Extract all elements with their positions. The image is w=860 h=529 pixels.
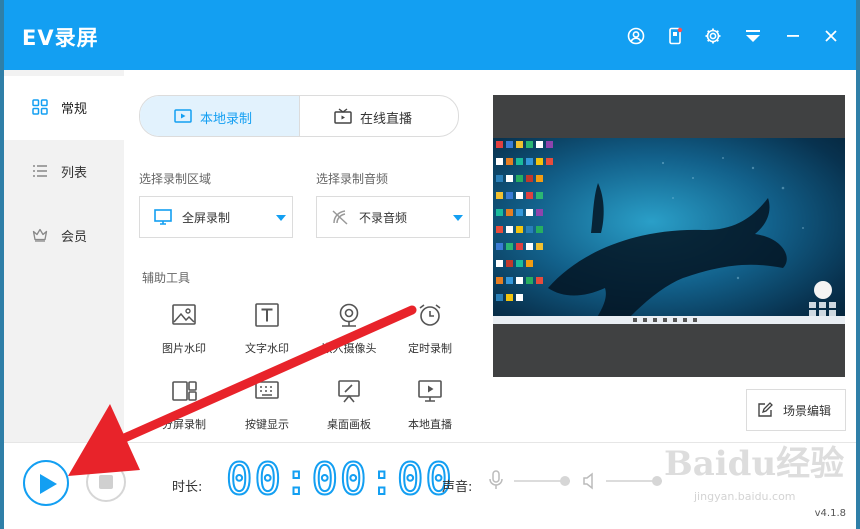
duration-label: 时长:	[172, 480, 203, 495]
split-screen-icon	[171, 378, 197, 404]
tools-label: 辅助工具	[142, 271, 191, 285]
tab-local-record[interactable]: 本地录制	[140, 96, 299, 136]
tab-label: 在线直播	[360, 112, 413, 127]
tool-label: 分屏录制	[162, 418, 206, 431]
play-screen-icon	[417, 378, 443, 404]
microphone-icon[interactable]	[488, 470, 504, 490]
chevron-down-icon	[453, 215, 463, 221]
record-area-label: 选择录制区域	[139, 172, 212, 186]
slider-knob[interactable]	[560, 476, 570, 486]
phone-icon[interactable]	[666, 27, 684, 45]
desktop-preview-image	[493, 138, 845, 324]
tab-label: 本地录制	[200, 112, 253, 127]
image-watermark-tool[interactable]: 图片水印	[144, 302, 224, 362]
minimize-icon[interactable]	[784, 27, 802, 45]
settings-icon[interactable]	[704, 27, 722, 45]
record-audio-label: 选择录制音频	[316, 172, 389, 186]
scheduled-record-tool[interactable]: 定时录制	[390, 302, 470, 362]
tab-live-stream[interactable]: 在线直播	[299, 96, 458, 136]
close-icon[interactable]	[822, 27, 840, 45]
speaker-volume-slider[interactable]	[606, 476, 662, 486]
tool-label: 嵌入摄像头	[321, 342, 377, 355]
edit-icon	[757, 402, 773, 418]
start-record-button[interactable]	[23, 460, 69, 506]
sidebar-item-list[interactable]: 列表	[4, 140, 124, 204]
tool-label: 文字水印	[245, 342, 289, 355]
key-display-tool[interactable]: 按键显示	[227, 378, 307, 438]
baidu-watermark-url: jingyan.baidu.com	[694, 490, 796, 503]
record-audio-select[interactable]: 不录音频	[316, 196, 470, 238]
monitor-icon	[154, 209, 172, 225]
skin-menu-icon[interactable]	[744, 27, 762, 45]
crown-icon	[32, 227, 48, 243]
record-area-select[interactable]: 全屏录制	[139, 196, 293, 238]
local-live-tool[interactable]: 本地直播	[390, 378, 470, 438]
app-title: EV录屏	[22, 26, 99, 50]
tv-icon	[334, 108, 352, 124]
record-mode-tabs: 本地录制 在线直播	[139, 95, 459, 137]
tool-label: 桌面画板	[327, 418, 371, 431]
slider-knob[interactable]	[652, 476, 662, 486]
tool-label: 本地直播	[408, 418, 452, 431]
embed-camera-tool[interactable]: 嵌入摄像头	[309, 302, 389, 362]
sound-label: 声音:	[442, 480, 473, 495]
version-label: v4.1.8	[814, 508, 846, 519]
sidebar-item-label: 列表	[61, 166, 88, 181]
sidebar-item-general[interactable]: 常规	[4, 76, 124, 140]
record-timer: 00:00:00	[225, 453, 454, 506]
sidebar-item-member[interactable]: 会员	[4, 204, 124, 268]
scene-edit-button[interactable]: 场景编辑	[746, 389, 846, 431]
tool-label: 图片水印	[162, 342, 206, 355]
sidebar: 常规 列表 会员	[4, 70, 124, 442]
stop-icon	[99, 475, 113, 489]
grid-icon	[32, 99, 48, 115]
screen-preview	[493, 95, 845, 377]
record-area-value: 全屏录制	[182, 211, 231, 225]
speaker-icon[interactable]	[582, 472, 598, 490]
stop-record-button[interactable]	[86, 462, 126, 502]
video-icon	[174, 108, 192, 124]
chevron-down-icon	[276, 215, 286, 221]
split-screen-tool[interactable]: 分屏录制	[144, 378, 224, 438]
camera-icon	[336, 302, 362, 328]
baidu-watermark: Baidu经验	[664, 444, 845, 484]
text-watermark-tool[interactable]: 文字水印	[227, 302, 307, 362]
user-icon[interactable]	[627, 27, 645, 45]
record-audio-value: 不录音频	[359, 211, 408, 225]
desktop-board-tool[interactable]: 桌面画板	[309, 378, 389, 438]
alarm-icon	[417, 302, 443, 328]
list-icon	[32, 163, 48, 179]
scene-edit-label: 场景编辑	[783, 404, 832, 418]
keyboard-icon	[254, 378, 280, 404]
sidebar-item-label: 常规	[61, 102, 88, 117]
image-icon	[171, 302, 197, 328]
microphone-volume-slider[interactable]	[514, 476, 570, 486]
sidebar-item-label: 会员	[61, 230, 88, 245]
tool-label: 按键显示	[245, 418, 289, 431]
easel-icon	[336, 378, 362, 404]
text-icon	[254, 302, 280, 328]
tool-label: 定时录制	[408, 342, 452, 355]
app-window: EV录屏 常规 列表 会员 本地录制 在线直播 选择录制区域 全屏录制 选择录制…	[4, 0, 856, 529]
title-bar: EV录屏	[4, 0, 856, 70]
no-audio-icon	[331, 209, 349, 225]
play-icon	[40, 474, 57, 494]
